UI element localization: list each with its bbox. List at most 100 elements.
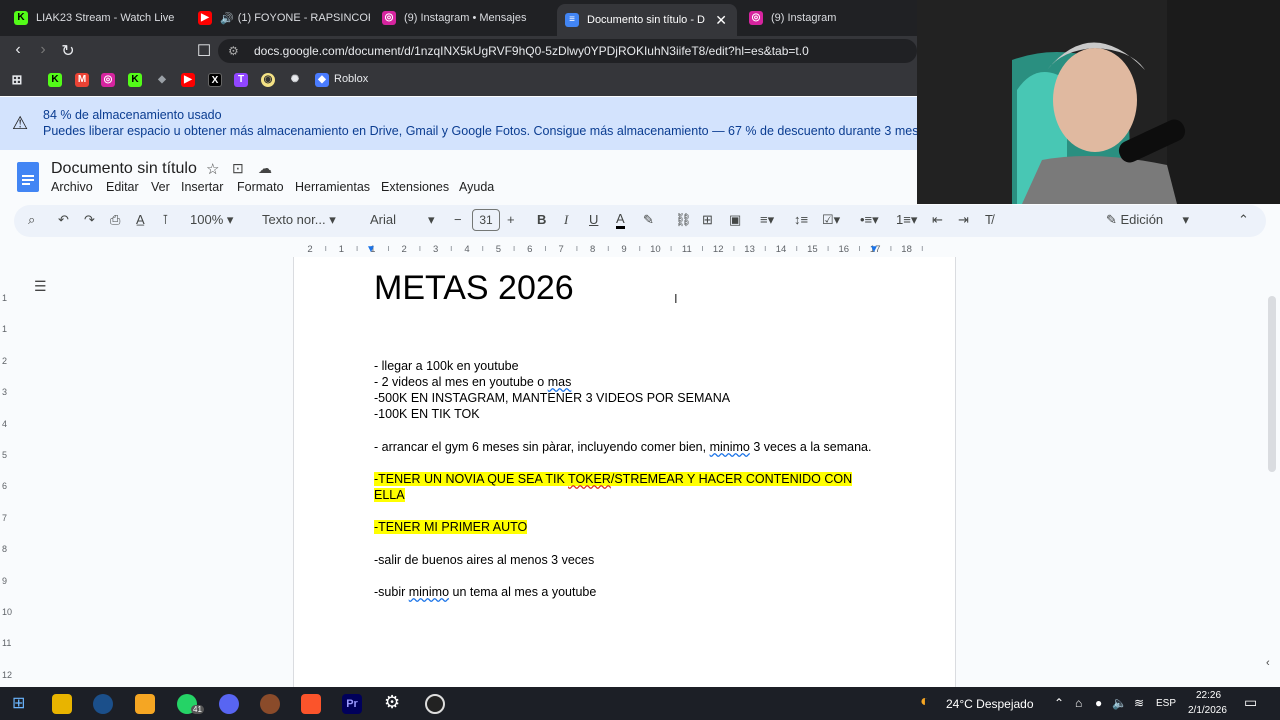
numbered-list-icon[interactable]: 1≡▾ xyxy=(896,212,917,228)
forward-icon[interactable]: › xyxy=(33,41,53,59)
document-scrollbar[interactable] xyxy=(1268,296,1276,472)
file-explorer-icon[interactable] xyxy=(52,694,72,714)
bold-icon[interactable]: B xyxy=(537,212,546,227)
align-icon[interactable]: ≡▾ xyxy=(760,212,774,228)
star-icon[interactable]: ☆ xyxy=(206,160,219,178)
apps-grid-icon[interactable]: ⊞ xyxy=(10,73,24,87)
spellcheck-icon[interactable]: A̲ xyxy=(136,212,145,227)
x-icon[interactable]: X xyxy=(208,73,222,87)
tab-kick[interactable]: K LIAK23 Stream - Watch Live xyxy=(6,4,184,32)
left-indent-marker-icon[interactable]: ▼ xyxy=(366,244,376,255)
paint-format-icon[interactable]: ⊺ xyxy=(162,212,169,228)
instagram-bookmark-icon[interactable]: ◎ xyxy=(101,73,115,87)
menu-ayuda[interactable]: Ayuda xyxy=(459,180,494,194)
chatgpt-icon[interactable]: ✺ xyxy=(288,73,302,87)
redo-icon[interactable]: ↷ xyxy=(84,212,95,228)
tab-docs[interactable]: ≡ Documento sin título - Doc ✕ xyxy=(557,4,737,36)
style-select[interactable]: Texto nor... ▾ xyxy=(262,212,336,228)
comment-icon[interactable]: ⊞ xyxy=(702,212,713,228)
app-icon[interactable] xyxy=(260,694,280,714)
collapse-menus-icon[interactable]: ⌃ xyxy=(1238,212,1249,228)
windows-start-icon[interactable]: ⊞ xyxy=(12,693,25,713)
app-icon[interactable] xyxy=(135,694,155,714)
ethereum-icon[interactable]: ◆ xyxy=(155,73,169,87)
premiere-pro-icon[interactable]: Pr xyxy=(342,694,362,714)
doc-line-2[interactable]: - 2 videos al mes en youtube o mas xyxy=(374,375,571,389)
font-size-input[interactable]: 31 xyxy=(472,209,500,231)
italic-icon[interactable]: I xyxy=(564,212,568,228)
doc-line-6-cont[interactable]: ELLA xyxy=(374,488,405,502)
tab-instagram[interactable]: ◎ (9) Instagram xyxy=(741,4,911,32)
language-indicator[interactable]: ESP xyxy=(1156,698,1176,709)
side-panel-toggle-icon[interactable]: ‹ xyxy=(1266,657,1270,669)
doc-line-7[interactable]: -TENER MI PRIMER AUTO xyxy=(374,520,528,534)
bookmark-icon[interactable]: ☐ xyxy=(194,41,214,61)
bulleted-list-icon[interactable]: •≡▾ xyxy=(860,212,879,228)
clock-time[interactable]: 22:26 xyxy=(1196,690,1221,701)
site-info-icon[interactable]: ⚙ xyxy=(228,39,239,63)
menu-ver[interactable]: Ver xyxy=(151,180,170,194)
menu-editar[interactable]: Editar xyxy=(106,180,139,194)
image-icon[interactable]: ▣ xyxy=(729,212,741,228)
menu-herramientas[interactable]: Herramientas xyxy=(295,180,370,194)
gmail-icon[interactable]: M xyxy=(75,73,89,87)
doc-line-9[interactable]: -subir minimo un tema al mes a youtube xyxy=(374,585,596,599)
menu-extensiones[interactable]: Extensiones xyxy=(381,180,449,194)
document-heading[interactable]: METAS 2026 xyxy=(374,269,574,308)
doc-line-6[interactable]: -TENER UN NOVIA QUE SEA TIK TOKER/STREME… xyxy=(374,472,853,486)
vertical-ruler[interactable]: 112345678910111213 xyxy=(0,257,14,711)
back-icon[interactable]: ‹ xyxy=(8,41,28,59)
chevron-up-icon[interactable]: ⌃ xyxy=(1054,696,1064,710)
menu-insertar[interactable]: Insertar xyxy=(181,180,223,194)
kick-bookmark-icon[interactable]: K xyxy=(48,73,62,87)
storage-message[interactable]: Puedes liberar espacio u obtener más alm… xyxy=(43,124,935,138)
underline-icon[interactable]: U xyxy=(589,212,598,227)
close-icon[interactable]: ✕ xyxy=(715,12,727,29)
kick-bookmark-icon[interactable]: K xyxy=(128,73,142,87)
text-color-icon[interactable]: A xyxy=(616,212,625,229)
roblox-bookmark[interactable]: Roblox xyxy=(334,73,368,85)
increase-size-icon[interactable]: + xyxy=(507,212,515,227)
url-input[interactable]: ⚙ docs.google.com/document/d/1nzqINX5kUg… xyxy=(218,39,917,63)
decrease-indent-icon[interactable]: ⇤ xyxy=(932,212,943,228)
doc-line-1[interactable]: - llegar a 100k en youtube xyxy=(374,359,519,373)
doc-line-5[interactable]: - arrancar el gym 6 meses sin pàrar, inc… xyxy=(374,440,871,454)
wifi-icon[interactable]: ≋ xyxy=(1134,696,1144,710)
discord-icon[interactable] xyxy=(219,694,239,714)
decrease-size-icon[interactable]: − xyxy=(454,212,462,227)
print-icon[interactable]: ⎙ xyxy=(110,212,120,228)
doc-line-3[interactable]: -500K EN INSTAGRAM, MANTENER 3 VIDEOS PO… xyxy=(374,391,730,405)
search-menus-icon[interactable]: ⌕ xyxy=(28,212,35,228)
document-outline-icon[interactable]: ☰ xyxy=(34,278,47,295)
cloud-saved-icon[interactable]: ☁ xyxy=(258,160,272,177)
doc-line-4[interactable]: -100K EN TIK TOK xyxy=(374,407,480,421)
doc-line-8[interactable]: -salir de buenos aires al menos 3 veces xyxy=(374,553,594,567)
notifications-icon[interactable]: ▭ xyxy=(1244,694,1257,711)
zoom-select[interactable]: 100% ▾ xyxy=(190,212,233,228)
editing-mode-select[interactable]: ✎ Edición ▾ xyxy=(1106,212,1189,228)
document-title[interactable]: Documento sin título xyxy=(51,160,197,178)
undo-icon[interactable]: ↶ xyxy=(58,212,69,228)
highlight-icon[interactable]: ✎ xyxy=(643,212,654,228)
menu-formato[interactable]: Formato xyxy=(237,180,284,194)
horizontal-ruler[interactable]: 2 1 1 2 3 4 5 6 7 8 9 10 11 12 13 14 15 16 17 18 xyxy=(293,242,955,256)
document-page[interactable]: METAS 2026 I - llegar a 100k en youtube … xyxy=(293,257,956,687)
reload-icon[interactable]: ↻ xyxy=(58,41,78,61)
clock-date[interactable]: 2/1/2026 xyxy=(1188,705,1227,716)
microphone-icon[interactable]: ● xyxy=(1095,696,1102,710)
right-indent-marker-icon[interactable]: ▼ xyxy=(869,244,879,255)
settings-icon[interactable]: ⚙ xyxy=(384,692,400,713)
bookmark-site-icon[interactable]: ◉ xyxy=(261,73,275,87)
obs-icon[interactable] xyxy=(425,694,445,714)
weather-text[interactable]: 24°C Despejado xyxy=(946,697,1034,711)
menu-archivo[interactable]: Archivo xyxy=(51,180,93,194)
network-icon[interactable]: ⌂ xyxy=(1075,696,1082,710)
twitch-icon[interactable]: T xyxy=(234,73,248,87)
line-spacing-icon[interactable]: ↕≡ xyxy=(794,212,808,227)
tab-youtube[interactable]: ▶ 🔊 (1) FOYONE - RAPSINCORTE xyxy=(190,4,370,32)
clear-formatting-icon[interactable]: T̸ xyxy=(985,212,993,227)
font-select[interactable]: Arial ▾ xyxy=(370,212,435,228)
youtube-bookmark-icon[interactable]: ▶ xyxy=(181,73,195,87)
tab-instagram-messages[interactable]: ◎ (9) Instagram • Mensajes xyxy=(374,4,554,32)
volume-icon[interactable]: 🔈 xyxy=(1112,696,1127,710)
